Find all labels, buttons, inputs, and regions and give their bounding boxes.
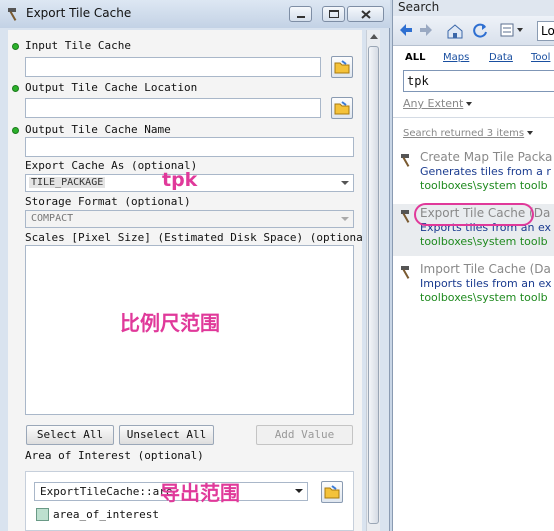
required-indicator-icon [12,127,19,134]
export-tile-cache-dialog: Export Tile Cache Input Tile Cache Outpu… [0,0,390,531]
divider [393,117,554,118]
storage-format-label: Storage Format (optional) [25,195,191,208]
search-tabs: ALL Maps Data Tool [393,52,554,66]
chevron-down-icon [466,102,473,106]
close-icon [361,10,371,19]
export-as-value: TILE_PACKAGE [29,177,106,188]
tab-all[interactable]: ALL [405,52,425,63]
chevron-down-icon [527,131,534,135]
maximize-button[interactable] [322,6,345,22]
search-pane-title: Search [393,0,554,16]
chevron-down-icon [341,217,349,221]
dialog-titlebar[interactable]: Export Tile Cache [0,0,390,28]
result-title[interactable]: Import Tile Cache (Da [420,262,551,276]
unselect-all-button[interactable]: Unselect All [119,425,214,445]
result-path: toolboxes\system toolb [420,291,548,304]
result-description: Generates tiles from a r [420,165,551,178]
folder-icon [324,485,340,499]
tab-tools[interactable]: Tool [531,52,550,63]
aoi-layer-name: area_of_interest [53,508,159,521]
hammer-icon [401,266,410,279]
storage-format-value: COMPACT [31,213,74,224]
browse-output-button[interactable] [331,97,353,119]
refresh-icon[interactable] [472,22,488,38]
annotation-highlight-ring [414,203,534,226]
browse-input-button[interactable] [331,56,353,78]
input-tile-cache-field[interactable] [25,57,321,77]
output-name-label: Output Tile Cache Name [25,123,171,136]
add-value-button[interactable]: Add Value [256,425,353,445]
scroll-up-icon[interactable] [370,34,378,39]
output-location-label: Output Tile Cache Location [25,81,198,94]
hammer-icon [401,154,410,167]
view-options-icon[interactable] [500,22,526,38]
storage-format-select[interactable]: COMPACT [25,210,354,228]
search-pane: Search Lo ALL Maps Data Tool tpk Any Ext… [392,0,554,531]
folder-icon [334,101,350,115]
minimize-button[interactable] [289,6,312,22]
search-input[interactable]: tpk [403,70,554,92]
annotation-scale-range: 比例尺范围 [120,311,220,335]
home-icon[interactable] [446,22,464,40]
result-description: Imports tiles from an ex [420,277,552,290]
input-tile-cache-label: Input Tile Cache [25,39,131,52]
dialog-title: Export Tile Cache [26,6,132,20]
search-result-item[interactable]: Import Tile Cache (Da Imports tiles from… [393,260,554,312]
extent-filter[interactable]: Any Extent [403,97,473,110]
output-location-field[interactable] [25,98,321,118]
annotation-tpk: tpk [162,169,198,191]
minimize-icon [297,16,305,18]
tab-data[interactable]: Data [489,52,513,63]
select-all-button[interactable]: Select All [26,425,114,445]
search-toolbar: Lo [393,16,554,46]
search-result-item[interactable]: Create Map Tile Packa Generates tiles fr… [393,148,554,200]
extent-filter-label: Any Extent [403,97,464,110]
result-count-label: Search returned 3 items [403,128,525,139]
folder-icon [334,60,350,74]
result-title[interactable]: Create Map Tile Packa [420,150,552,164]
vertical-scrollbar[interactable] [366,30,380,531]
aoi-label: Area of Interest (optional) [25,449,204,462]
result-count[interactable]: Search returned 3 items [403,128,534,139]
output-name-field[interactable] [25,137,354,157]
aoi-value: ExportTileCache::are [40,485,173,498]
hammer-icon [8,8,17,21]
chevron-down-icon [341,181,349,185]
search-location-select[interactable]: Lo [537,21,554,41]
back-arrow-icon[interactable] [398,22,414,38]
result-path: toolboxes\system toolb [420,179,548,192]
maximize-icon [329,10,339,18]
annotation-export-range: 导出范围 [160,481,240,505]
hammer-icon [401,210,410,223]
required-indicator-icon [12,43,19,50]
forward-arrow-icon[interactable] [418,22,434,38]
required-indicator-icon [12,85,19,92]
browse-aoi-button[interactable] [321,481,343,503]
chevron-down-icon [295,489,303,493]
scales-label: Scales [Pixel Size] (Estimated Disk Spac… [25,231,362,244]
scroll-thumb[interactable] [368,46,379,524]
result-path: toolboxes\system toolb [420,235,548,248]
polygon-layer-icon [36,508,49,521]
tab-maps[interactable]: Maps [443,52,469,63]
parameter-form: Input Tile Cache Output Tile Cache Locat… [8,30,362,531]
close-button[interactable] [347,6,384,22]
